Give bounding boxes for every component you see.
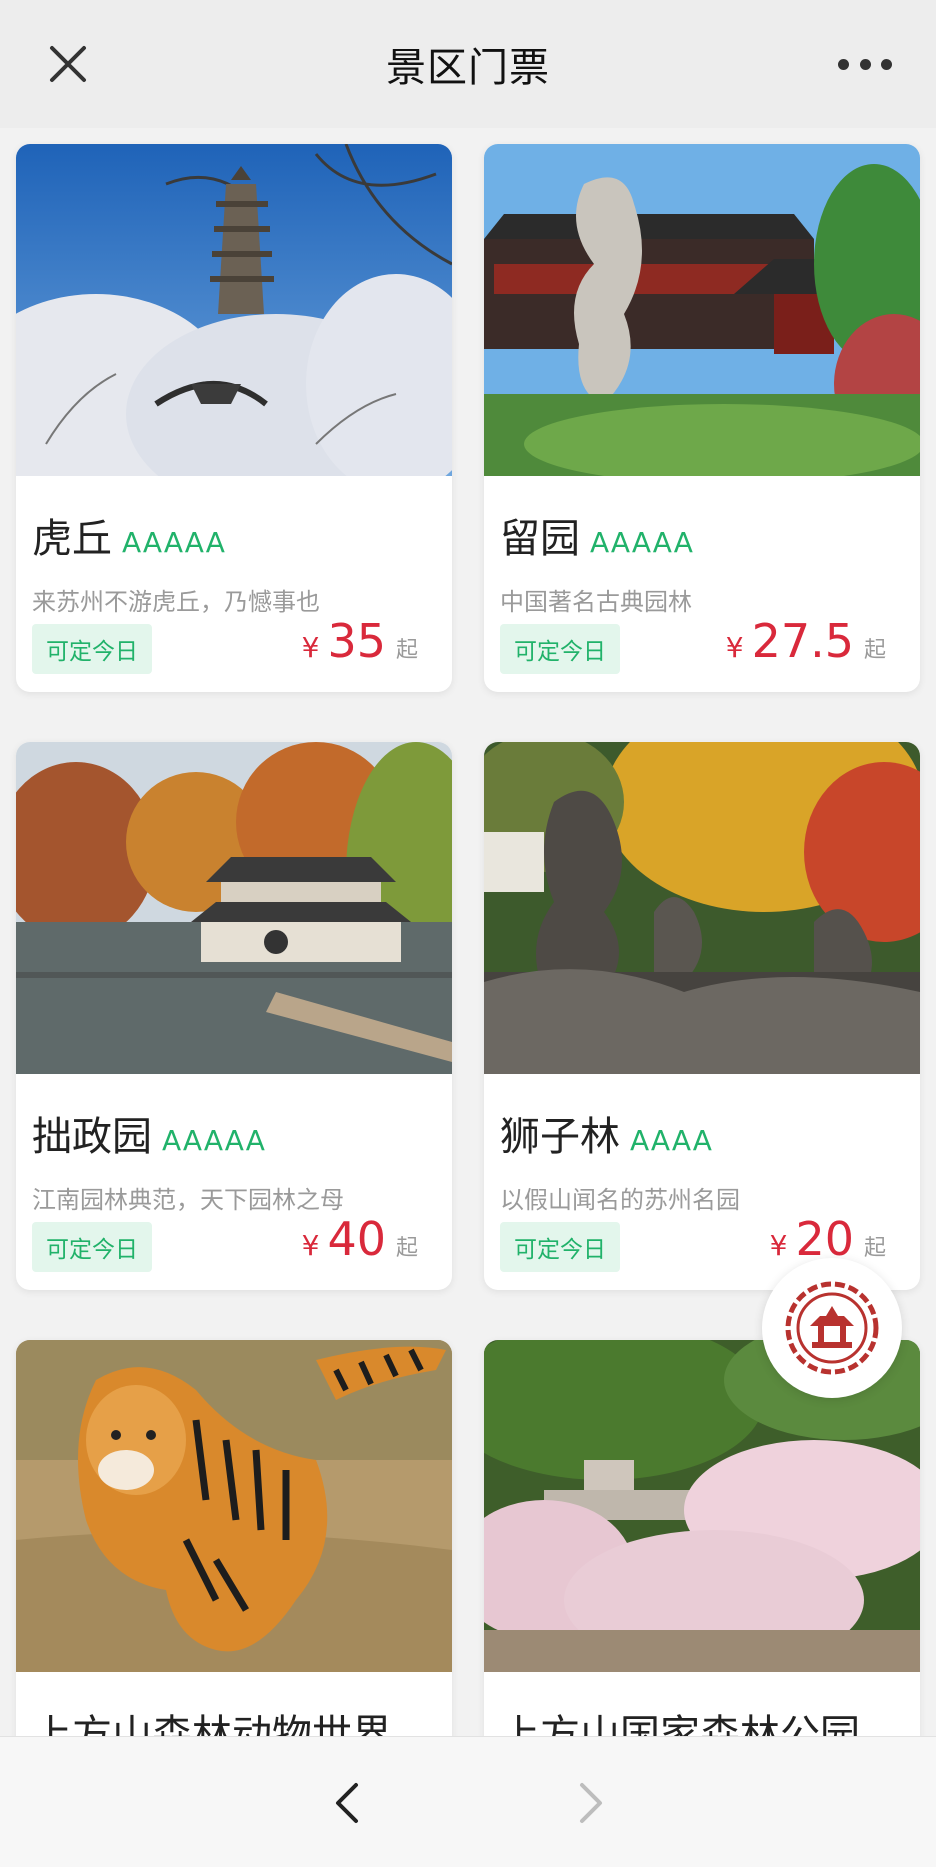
price-value: 27.5 [751,614,854,668]
price: ¥ 40 起 [302,1212,418,1266]
price-suffix: 起 [395,638,418,663]
tiger-photo [16,1340,452,1672]
currency-symbol: ¥ [769,1229,788,1262]
scenic-name: 留园 [500,516,580,562]
currency-symbol: ¥ [301,631,320,664]
available-today-tag: 可定今日 [32,1222,152,1272]
more-icon[interactable] [838,54,892,74]
price-value: 35 [327,614,386,668]
grade-badge: AAAAA [122,526,226,559]
available-today-tag: 可定今日 [500,1222,620,1272]
scenic-list[interactable]: 虎丘 AAAAA 来苏州不游虎丘，乃憾事也 可定今日 ¥ 35 起 留园 AAA… [0,128,936,1736]
chevron-left-icon[interactable] [324,1779,372,1827]
price-suffix: 起 [863,638,886,663]
pagoda-photo [16,144,452,476]
currency-symbol: ¥ [301,1229,320,1262]
price-suffix: 起 [863,1236,886,1261]
scenic-card-forest-zoo[interactable]: 上方山森林动物世界 [16,1340,452,1736]
scenic-desc: 以假山闻名的苏州名园 [500,1186,740,1214]
scenic-card-huqiu[interactable]: 虎丘 AAAAA 来苏州不游虎丘，乃憾事也 可定今日 ¥ 35 起 [16,144,452,692]
scenic-card-shizilin[interactable]: 狮子林 AAAA 以假山闻名的苏州名园 可定今日 ¥ 20 起 [484,742,920,1290]
page-title: 景区门票 [386,45,550,91]
price-suffix: 起 [395,1236,418,1261]
close-icon[interactable] [44,40,92,88]
available-today-tag: 可定今日 [500,624,620,674]
chevron-right-icon[interactable] [566,1779,614,1827]
scenic-desc: 江南园林典范，天下园林之母 [32,1186,344,1214]
top-bar: 景区门票 [0,0,936,128]
grade-badge: AAAAA [590,526,694,559]
garden-rock-photo [484,144,920,476]
grade-badge: AAAA [630,1124,713,1157]
rockery-photo [484,742,920,1074]
scenic-card-liuyuan[interactable]: 留园 AAAAA 中国著名古典园林 可定今日 ¥ 27.5 起 [484,144,920,692]
scenic-card-forest-park[interactable]: 上方山国家森林公园 [484,1340,920,1736]
scenic-desc: 中国著名古典园林 [500,588,692,616]
pavilion-logo-icon[interactable] [762,1258,902,1398]
scenic-name: 拙政园 [32,1114,152,1160]
price-value: 40 [327,1212,386,1266]
bottom-nav-bar [0,1736,936,1867]
price: ¥ 35 起 [302,614,418,668]
price: ¥ 27.5 起 [726,614,886,668]
grade-badge: AAAAA [162,1124,266,1157]
pavilion-lake-photo [16,742,452,1074]
currency-symbol: ¥ [725,631,744,664]
scenic-card-zhuozhengyuan[interactable]: 拙政园 AAAAA 江南园林典范，天下园林之母 可定今日 ¥ 40 起 [16,742,452,1290]
available-today-tag: 可定今日 [32,624,152,674]
scenic-desc: 来苏州不游虎丘，乃憾事也 [32,588,320,616]
scenic-name: 狮子林 [500,1114,620,1160]
scenic-name: 上方山国家森林公园 [500,1712,860,1736]
scenic-name: 上方山森林动物世界 [32,1712,392,1736]
scenic-name: 虎丘 [32,516,112,562]
